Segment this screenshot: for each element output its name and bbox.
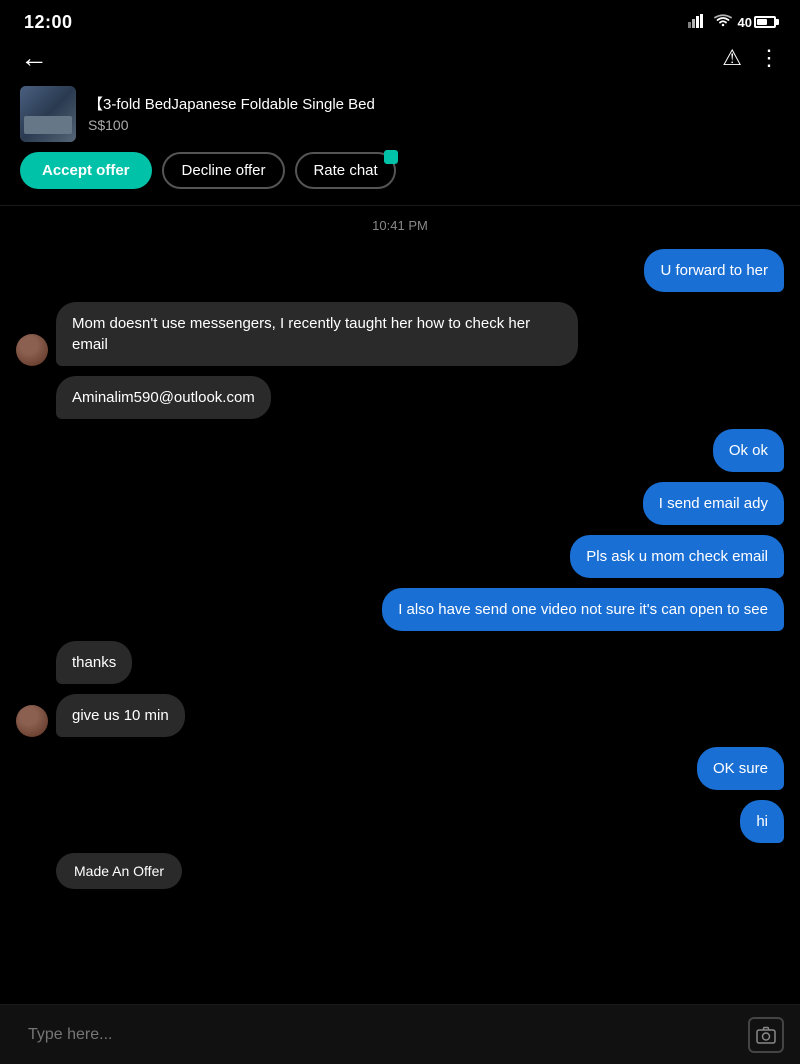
product-header: 【3-fold BedJapanese Foldable Single Bed …	[0, 80, 800, 152]
message-row: Pls ask u mom check email	[16, 535, 784, 578]
message-row: OK sure	[16, 747, 784, 790]
message-bubble: hi	[740, 800, 784, 843]
alert-icon[interactable]: ⚠	[722, 45, 742, 71]
offer-bubble: Made An Offer	[56, 853, 182, 889]
camera-button[interactable]	[748, 1017, 784, 1053]
accept-offer-button[interactable]: Accept offer	[20, 152, 152, 189]
battery-icon: 40	[738, 15, 776, 30]
message-row: I send email ady	[16, 482, 784, 525]
message-row: Mom doesn't use messengers, I recently t…	[16, 302, 784, 366]
message-bubble: Aminalim590@outlook.com	[56, 376, 271, 419]
rate-indicator	[384, 150, 398, 164]
wifi-icon	[714, 14, 732, 31]
message-row: hi	[16, 800, 784, 843]
timestamp: 10:41 PM	[16, 218, 784, 233]
message-row: I also have send one video not sure it's…	[16, 588, 784, 631]
action-buttons: Accept offer Decline offer Rate chat	[0, 152, 800, 205]
product-info: 【3-fold BedJapanese Foldable Single Bed …	[88, 95, 780, 133]
message-bubble: give us 10 min	[56, 694, 185, 737]
message-row: U forward to her	[16, 249, 784, 292]
top-nav: ← ⚠ ⋮	[0, 40, 800, 80]
message-bubble: I send email ady	[643, 482, 784, 525]
chat-area[interactable]: 10:41 PM U forward to her Mom doesn't us…	[0, 210, 800, 996]
rate-chat-button[interactable]: Rate chat	[295, 152, 395, 189]
signal-icon	[688, 14, 708, 31]
more-icon[interactable]: ⋮	[758, 45, 780, 71]
input-bar	[0, 1004, 800, 1064]
back-button[interactable]: ←	[20, 44, 48, 72]
message-bubble: Pls ask u mom check email	[570, 535, 784, 578]
product-title: 【3-fold BedJapanese Foldable Single Bed	[88, 95, 780, 115]
product-thumbnail	[20, 86, 76, 142]
message-bubble: OK sure	[697, 747, 784, 790]
decline-offer-button[interactable]: Decline offer	[162, 152, 286, 189]
message-row: Made An Offer	[16, 853, 784, 889]
avatar	[16, 334, 48, 366]
message-bubble: thanks	[56, 641, 132, 684]
status-bar: 12:00 40	[0, 0, 800, 40]
message-bubble: Ok ok	[713, 429, 784, 472]
message-bubble: U forward to her	[644, 249, 784, 292]
message-input[interactable]	[16, 1026, 748, 1044]
product-price: S$100	[88, 117, 780, 133]
status-time: 12:00	[24, 12, 73, 33]
status-icons: 40	[688, 14, 776, 31]
message-bubble: Mom doesn't use messengers, I recently t…	[56, 302, 578, 366]
message-row: Aminalim590@outlook.com	[16, 376, 784, 419]
nav-actions: ⚠ ⋮	[722, 45, 780, 71]
divider	[0, 205, 800, 206]
message-bubble: I also have send one video not sure it's…	[382, 588, 784, 631]
message-row: Ok ok	[16, 429, 784, 472]
message-row: thanks	[16, 641, 784, 684]
avatar	[16, 705, 48, 737]
message-row: give us 10 min	[16, 694, 784, 737]
